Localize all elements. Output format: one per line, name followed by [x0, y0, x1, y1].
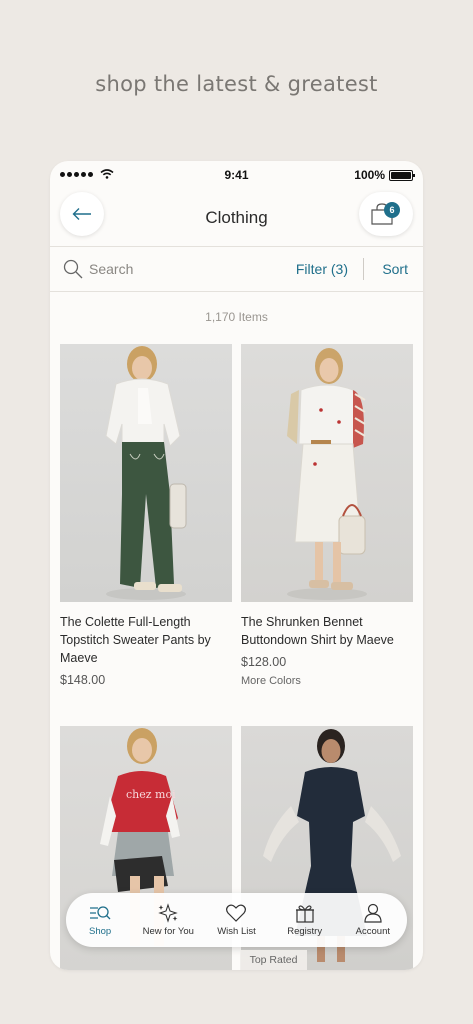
top-rated-badge: Top Rated: [240, 950, 307, 970]
filter-button[interactable]: Filter (3): [296, 261, 348, 277]
product-image[interactable]: [241, 344, 413, 602]
phone-frame: 9:41 100% Clothing 6 Search Filter (3) S…: [50, 161, 423, 970]
tab-label: Registry: [287, 926, 323, 937]
cart-button[interactable]: 6: [359, 192, 413, 236]
product-price: $128.00: [241, 655, 287, 669]
sort-button[interactable]: Sort: [382, 261, 408, 277]
tab-new-for-you[interactable]: New for You: [136, 903, 200, 937]
tab-label: Wish List: [217, 926, 256, 937]
product-card[interactable]: The Colette Full-Length Topstitch Sweate…: [60, 344, 232, 687]
bottom-tab-bar: Shop New for You Wish List Registry Acco…: [66, 893, 407, 947]
gift-icon: [295, 905, 314, 923]
status-bar: 9:41 100%: [50, 161, 423, 189]
user-icon: [364, 903, 382, 923]
heart-icon: [226, 904, 247, 922]
more-colors-label[interactable]: More Colors: [241, 675, 413, 687]
sparkle-icon: [158, 903, 179, 923]
toolbar-divider: [363, 258, 364, 280]
nav-bar: Clothing 6: [50, 191, 423, 245]
tab-label: Account: [355, 926, 390, 937]
tab-label: New for You: [142, 926, 194, 937]
search-input[interactable]: Search: [89, 261, 133, 277]
battery-percent: 100%: [354, 168, 385, 182]
tab-shop[interactable]: Shop: [68, 903, 132, 937]
tab-wish-list[interactable]: Wish List: [204, 903, 268, 937]
product-image[interactable]: [60, 344, 232, 602]
cart-count-badge: 6: [384, 202, 400, 218]
search-filter-bar: Search Filter (3) Sort: [50, 246, 423, 292]
sweater-text: chez moi: [126, 788, 176, 801]
tagline: shop the latest & greatest: [95, 72, 378, 96]
product-price: $148.00: [60, 673, 106, 687]
tab-label: Shop: [89, 926, 112, 937]
product-name[interactable]: The Shrunken Bennet Buttondown Shirt by …: [241, 613, 413, 649]
product-card[interactable]: The Shrunken Bennet Buttondown Shirt by …: [241, 344, 413, 687]
shop-search-icon: [90, 906, 111, 920]
tab-account[interactable]: Account: [341, 903, 405, 937]
results-count: 1,170 Items: [205, 310, 268, 324]
product-name[interactable]: The Colette Full-Length Topstitch Sweate…: [60, 613, 232, 667]
battery-icon: [389, 170, 415, 181]
tab-registry[interactable]: Registry: [273, 903, 337, 937]
search-icon[interactable]: [63, 259, 83, 279]
